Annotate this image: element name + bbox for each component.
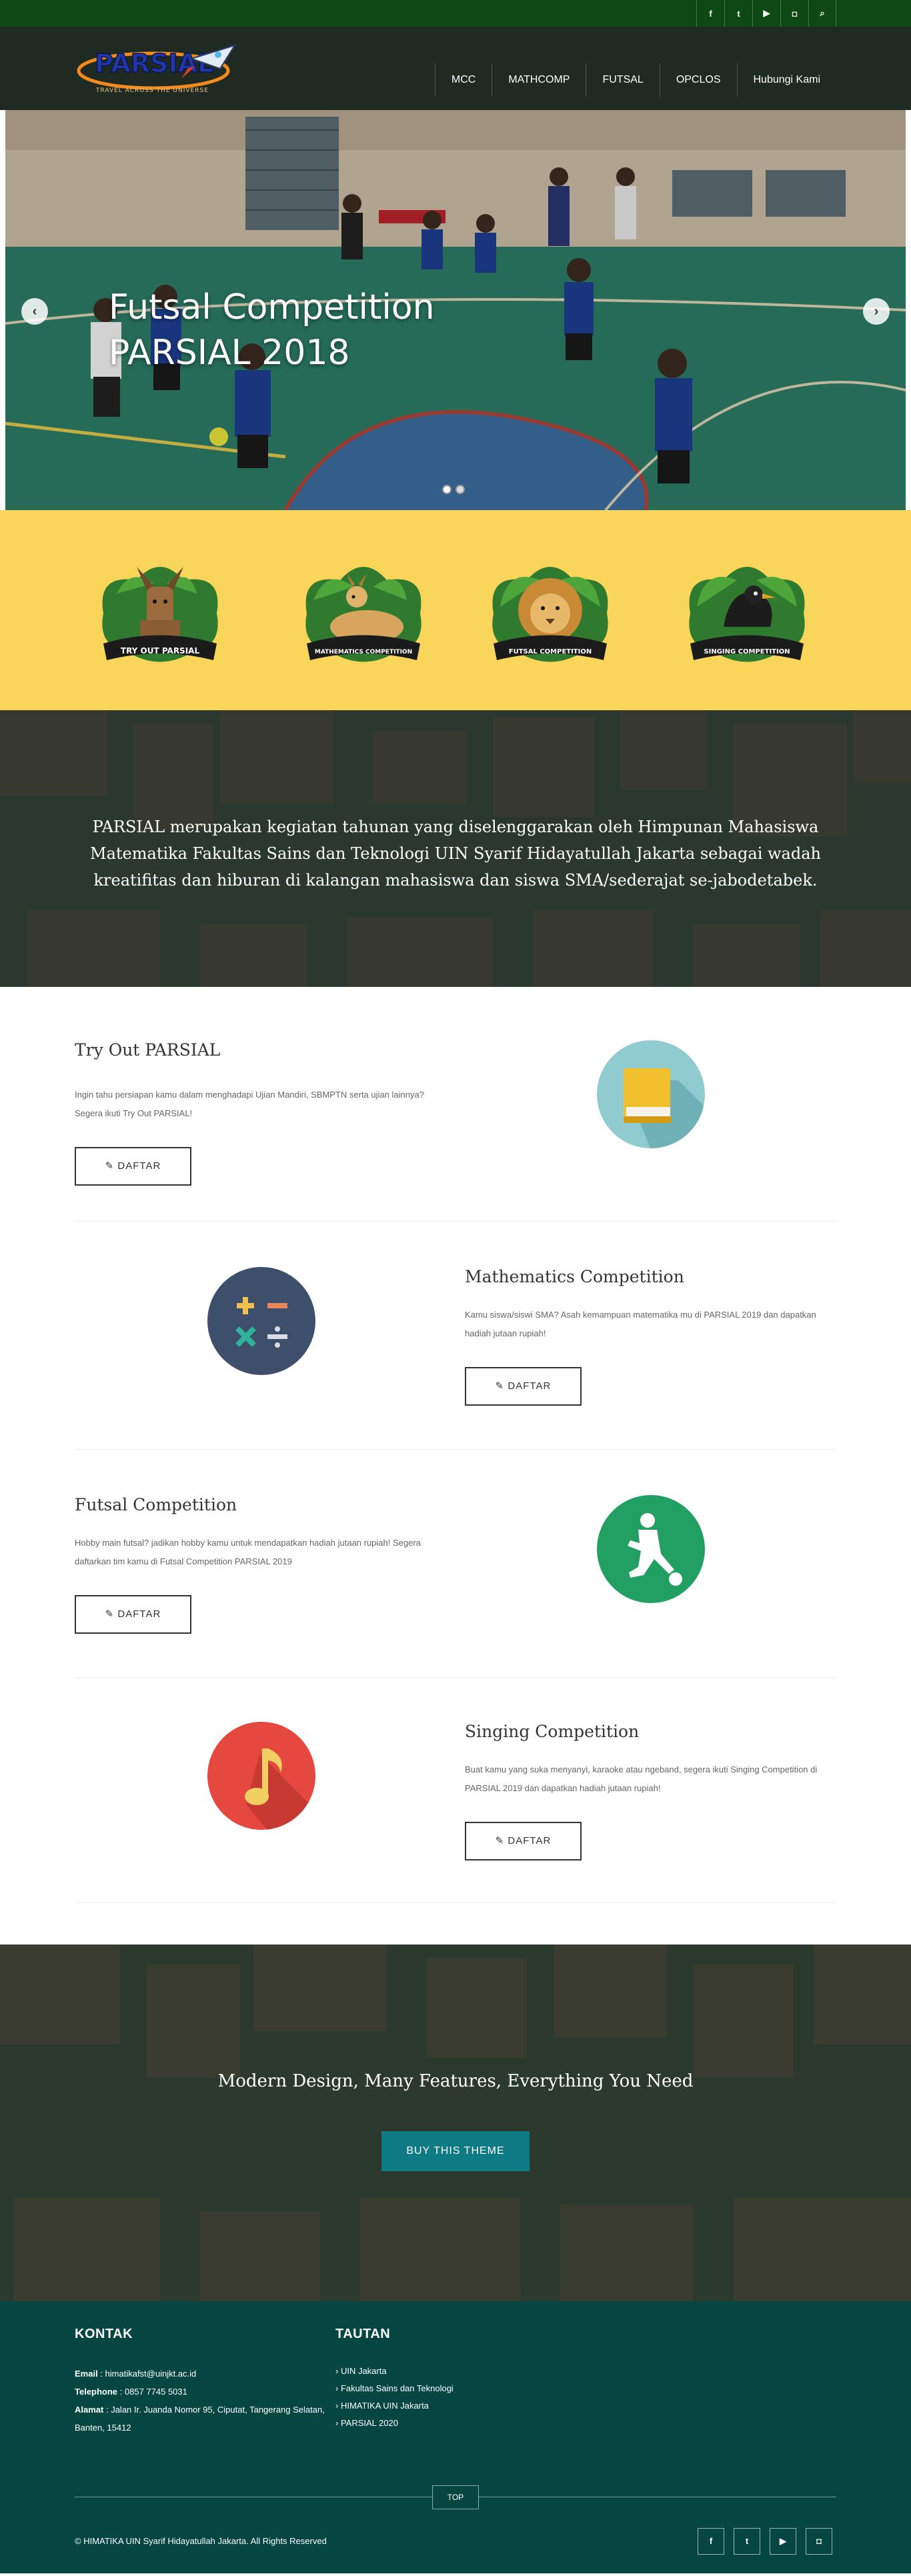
nav-item-opclos[interactable]: OPCLOS [659,63,737,97]
daftar-button-singing[interactable]: ✎ DAFTAR [465,1822,582,1860]
competition-title: Try Out PARSIAL [75,1040,221,1060]
main-nav: MCC MATHCOMP FUTSAL OPCLOS Hubungi Kami [434,63,837,97]
slider-prev-button[interactable]: ‹ [21,298,48,325]
slider-dots [442,485,465,494]
twitter-icon[interactable]: t [734,2528,760,2555]
daftar-button-math[interactable]: ✎ DAFTAR [465,1367,582,1406]
daftar-button-futsal[interactable]: ✎ DAFTAR [75,1595,191,1634]
events-strip: TRY OUT PARSIAL MATHEMATICS COMPETITION … [0,510,911,710]
button-label: DAFTAR [117,1608,161,1620]
calculator-icon [207,1267,315,1375]
contact-email: Email : himatikafst@uinjkt.ac.id [75,2369,197,2379]
try-out-badge[interactable]: TRY OUT PARSIAL [90,547,230,674]
instagram-icon[interactable]: ◘ [780,0,808,27]
math-badge-text: MATHEMATICS COMPETITION [315,649,412,656]
twitter-icon[interactable]: t [724,0,752,27]
book-icon [597,1040,705,1148]
youtube-icon[interactable]: ▶ [752,0,780,27]
back-to-top-button[interactable]: TOP [432,2485,479,2509]
competition-description: Ingin tahu persiapan kamu dalam menghada… [75,1090,424,1118]
tautan-heading: TAUTAN [335,2327,391,2341]
copyright-text: © HIMATIKA UIN Syarif Hidayatullah Jakar… [75,2536,327,2546]
slider-next-button[interactable]: › [863,298,890,325]
top-social-links: f t ▶ ◘ ⌕ [696,0,836,27]
instagram-icon[interactable]: ◘ [806,2528,832,2555]
about-section: PARSIAL merupakan kegiatan tahunan yang … [0,710,911,987]
hero-caption-line1: Futsal Competition [109,287,435,327]
cta-section: Modern Design, Many Features, Everything… [0,1945,911,2301]
link-label: Fakultas Sains dan Teknologi [340,2383,453,2393]
logo-tagline: TRAVEL ACROSS THE UNIVERSE [95,87,209,94]
buy-theme-button[interactable]: BUY THIS THEME [381,2131,530,2171]
contact-address: Alamat : Jalan Ir. Juanda Nomor 95, Cipu… [75,2405,325,2433]
competition-row-tryout: Try Out PARSIAL Ingin tahu persiapan kam… [0,987,911,1222]
soccer-player-icon [597,1495,705,1603]
singing-badge-text: SINGING COMPETITION [704,648,790,656]
search-icon[interactable]: ⌕ [808,0,836,27]
footer-link-himatika[interactable]: › HIMATIKA UIN Jakarta [335,2397,429,2415]
try-out-badge-text: TRY OUT PARSIAL [121,646,200,656]
slider-dot[interactable] [455,485,465,494]
edit-icon: ✎ [495,1380,508,1392]
competition-row-futsal: Futsal Competition Hobby main futsal? ja… [0,1450,911,1678]
hero-caption: Futsal Competition PARSIAL 2018 [109,285,435,375]
competition-row-math: Mathematics Competition Kamu siswa/siswi… [0,1222,911,1450]
competition-description: Hobby main futsal? jadikan hobby kamu un… [75,1538,421,1566]
city-background-image [0,1945,911,2301]
nav-item-mathcomp[interactable]: MATHCOMP [492,63,586,97]
about-text: PARSIAL merupakan kegiatan tahunan yang … [90,818,821,890]
competition-row-singing: Singing Competition Buat kamu yang suka … [0,1678,911,1903]
singing-competition-badge[interactable]: SINGING COMPETITION [677,547,817,674]
edit-icon: ✎ [105,1160,118,1172]
link-label: HIMATIKA UIN Jakarta [340,2401,429,2411]
daftar-button-tryout[interactable]: ✎ DAFTAR [75,1147,191,1186]
footer-link-fst[interactable]: › Fakultas Sains dan Teknologi [335,2380,453,2397]
phone-label: Telephone [75,2387,118,2397]
competition-description: Buat kamu yang suka menyanyi, karaoke at… [465,1764,818,1793]
contact-phone: Telephone : 0857 7745 5031 [75,2387,187,2397]
button-label: DAFTAR [508,1835,552,1846]
music-note-icon [207,1722,315,1830]
email-label: Email [75,2369,98,2379]
slider-dot-active[interactable] [442,485,451,494]
cta-heading: Modern Design, Many Features, Everything… [217,2071,694,2091]
youtube-icon[interactable]: ▶ [770,2528,796,2555]
link-label: UIN Jakarta [340,2366,387,2376]
email-value[interactable]: himatikafst@uinjkt.ac.id [105,2369,197,2379]
phone-value: 0857 7745 5031 [124,2387,187,2397]
link-label: PARSIAL 2020 [340,2418,398,2428]
section-divider [75,1902,836,1903]
site-header: PARSIAL TRAVEL ACROSS THE UNIVERSE MCC M… [0,27,911,110]
footer-link-uin-jakarta[interactable]: › UIN Jakarta [335,2363,387,2380]
nav-item-mcc[interactable]: MCC [434,63,492,97]
competition-title: Futsal Competition [75,1495,237,1514]
nav-item-hubungi-kami[interactable]: Hubungi Kami [736,63,837,97]
facebook-icon[interactable]: f [698,2528,724,2555]
competition-title: Singing Competition [465,1722,640,1741]
edit-icon: ✎ [105,1608,118,1620]
site-footer: KONTAK Email : himatikafst@uinjkt.ac.id … [0,2301,911,2573]
hero-caption-line2: PARSIAL 2018 [109,333,350,373]
futsal-competition-badge[interactable]: FUTSAL COMPETITION [480,547,620,674]
parsial-logo[interactable]: PARSIAL TRAVEL ACROSS THE UNIVERSE [75,39,241,99]
nav-item-futsal[interactable]: FUTSAL [586,63,659,97]
button-label: DAFTAR [117,1160,161,1172]
button-label: DAFTAR [508,1380,552,1392]
competition-title: Mathematics Competition [465,1267,684,1286]
edit-icon: ✎ [495,1835,508,1846]
address-value: Jalan Ir. Juanda Nomor 95, Ciputat, Tang… [75,2405,325,2433]
logo-text: PARSIAL [95,49,213,78]
facebook-icon[interactable]: f [696,0,724,27]
math-competition-badge[interactable]: MATHEMATICS COMPETITION [293,547,433,674]
hero-slider: Futsal Competition PARSIAL 2018 ‹ › [5,110,906,510]
footer-link-parsial-2020[interactable]: › PARSIAL 2020 [335,2415,398,2432]
address-label: Alamat [75,2405,104,2415]
competition-description: Kamu siswa/siswi SMA? Asah kemampuan mat… [465,1310,816,1338]
kontak-heading: KONTAK [75,2327,133,2341]
top-bar: f t ▶ ◘ ⌕ [0,0,911,27]
futsal-badge-text: FUTSAL COMPETITION [509,648,592,656]
